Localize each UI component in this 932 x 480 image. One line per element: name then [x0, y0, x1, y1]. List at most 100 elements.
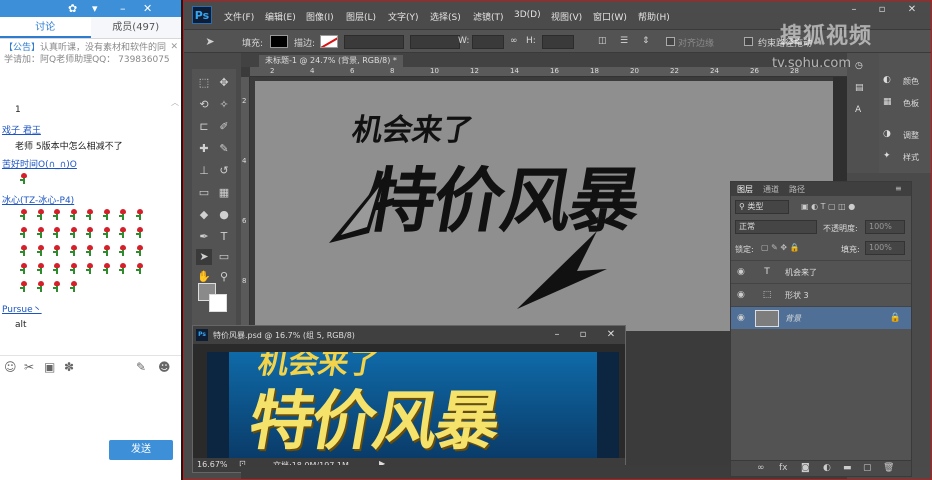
message-sender[interactable]: 戏子 君王	[2, 123, 41, 136]
minimize-icon[interactable]: –	[547, 328, 567, 342]
palette-icon[interactable]: ◐	[883, 75, 895, 85]
height-field[interactable]	[542, 35, 574, 49]
send-button[interactable]: 发送	[109, 440, 173, 460]
menu-window[interactable]: 窗口(W)	[593, 10, 627, 23]
panel-label[interactable]: 样式	[903, 152, 919, 163]
trash-icon[interactable]: 🗑	[883, 463, 894, 473]
panel-label[interactable]: 颜色	[903, 76, 919, 87]
character-icon[interactable]: A	[855, 105, 867, 115]
second-canvas[interactable]: 机会来了 特价风暴	[207, 352, 619, 460]
eye-icon[interactable]: ◉	[737, 267, 745, 277]
filter-icons[interactable]: ▣ ◐ T ▢ ◫ ●	[801, 202, 901, 211]
flower-icon[interactable]: ✽	[64, 360, 74, 374]
history-brush-icon[interactable]: ↺	[216, 163, 232, 179]
zoom-level[interactable]: 16.67%	[197, 460, 228, 469]
menu-edit[interactable]: 编辑(E)	[265, 10, 296, 23]
menu-view[interactable]: 视图(V)	[551, 10, 582, 23]
tab-channels[interactable]: 通道	[763, 184, 779, 195]
background-color[interactable]	[209, 294, 227, 312]
scissors-icon[interactable]: ✂	[24, 360, 34, 374]
panel-label[interactable]: 色板	[903, 98, 919, 109]
arrow-icon[interactable]: ➤	[202, 34, 218, 50]
width-field[interactable]	[472, 35, 504, 49]
mask-icon[interactable]: ◙	[801, 463, 810, 473]
tab-layers[interactable]: 图层	[737, 184, 753, 195]
image-icon[interactable]: ▣	[44, 360, 55, 374]
lasso-icon[interactable]: ⟲	[196, 97, 212, 113]
adjust-icon[interactable]: ◑	[883, 129, 895, 139]
layer-row[interactable]: ◉ 背景 🔒	[731, 306, 911, 329]
users-icon[interactable]: ☻	[158, 360, 171, 374]
healing-icon[interactable]: ✚	[196, 141, 212, 157]
fx-icon[interactable]: fx	[779, 463, 788, 473]
menu-select[interactable]: 选择(S)	[430, 10, 461, 23]
marquee-icon[interactable]: ⬚	[196, 75, 212, 91]
menu-type[interactable]: 文字(Y)	[388, 10, 419, 23]
layer-row[interactable]: ◉ ⬚ 形状 3	[731, 283, 911, 306]
eraser-icon[interactable]: ▭	[196, 185, 212, 201]
edit-icon[interactable]: ✎	[136, 360, 146, 374]
blend-mode-select[interactable]: 正常	[735, 220, 817, 234]
history-icon[interactable]: ◷	[855, 61, 867, 71]
styles-icon[interactable]: ✦	[883, 151, 895, 161]
stroke-width-field[interactable]	[344, 35, 404, 49]
eyedropper-icon[interactable]: ✐	[216, 119, 232, 135]
zoom-icon[interactable]: ⚲	[216, 269, 232, 285]
emoji-icon[interactable]: ☺	[4, 360, 17, 374]
close-icon[interactable]: ✕	[170, 41, 178, 53]
maximize-icon[interactable]: ▫	[573, 328, 593, 342]
minimize-icon[interactable]: –	[120, 2, 126, 15]
eye-icon[interactable]: ◉	[737, 290, 745, 300]
path-arrange-icon[interactable]: ⇕	[642, 36, 650, 46]
crop-icon[interactable]: ⊏	[196, 119, 212, 135]
stroke-swatch[interactable]	[320, 35, 338, 48]
path-ops-icon[interactable]: ◫	[598, 36, 607, 46]
pen-icon[interactable]: ✒	[196, 229, 212, 245]
tab-discussion[interactable]: 讨论	[0, 17, 91, 38]
panel-label[interactable]: 调整	[903, 130, 919, 141]
message-sender[interactable]: Pursue丶	[2, 302, 42, 315]
move-icon[interactable]: ✥	[216, 75, 232, 91]
path-select-icon[interactable]: ➤	[196, 249, 212, 265]
fill-swatch[interactable]	[270, 35, 288, 48]
close-icon[interactable]: ✕	[601, 328, 621, 342]
link-icon[interactable]: ∞	[510, 36, 518, 46]
chevron-down-icon[interactable]: ▾	[92, 2, 98, 15]
adjustment-layer-icon[interactable]: ◐	[823, 463, 831, 473]
menu-filter[interactable]: 滤镜(T)	[473, 10, 504, 23]
close-icon[interactable]: ✕	[143, 2, 152, 15]
path-align-icon[interactable]: ☰	[620, 36, 628, 46]
menu-layer[interactable]: 图层(L)	[346, 10, 376, 23]
menu-3d[interactable]: 3D(D)	[514, 10, 541, 20]
menu-file[interactable]: 文件(F)	[224, 10, 254, 23]
minimize-icon[interactable]: –	[844, 3, 864, 17]
opacity-field[interactable]: 100%	[865, 220, 905, 234]
magic-wand-icon[interactable]: ✧	[216, 97, 232, 113]
folder-icon[interactable]: ▬	[843, 463, 852, 473]
menu-image[interactable]: 图像(I)	[306, 10, 334, 23]
tab-paths[interactable]: 路径	[789, 184, 805, 195]
layer-filter-select[interactable]: ⚲ 类型	[735, 200, 789, 214]
new-layer-icon[interactable]: ▢	[863, 463, 872, 473]
brush-icon[interactable]: ✎	[216, 141, 232, 157]
layer-row[interactable]: ◉ T 机会来了	[731, 260, 911, 283]
document-tab[interactable]: 未标题-1 @ 24.7% (背景, RGB/8) *	[259, 55, 403, 67]
gradient-icon[interactable]: ▦	[216, 185, 232, 201]
maximize-icon[interactable]: ▫	[872, 3, 892, 17]
blur-icon[interactable]: ◆	[196, 207, 212, 223]
dodge-icon[interactable]: ●	[216, 207, 232, 223]
stamp-icon[interactable]: ⊥	[196, 163, 212, 179]
panel-menu-icon[interactable]: ≡	[895, 184, 902, 193]
shape-icon[interactable]: ▭	[216, 249, 232, 265]
gear-icon[interactable]: ✿	[68, 2, 77, 15]
fill-field[interactable]: 100%	[865, 241, 905, 255]
eye-icon[interactable]: ◉	[737, 313, 745, 323]
link-layers-icon[interactable]: ∞	[757, 463, 765, 473]
menu-help[interactable]: 帮助(H)	[638, 10, 670, 23]
close-icon[interactable]: ✕	[902, 3, 922, 17]
type-icon[interactable]: T	[216, 229, 232, 245]
message-sender[interactable]: 冰心(TZ-冰心-P4)	[2, 193, 74, 206]
stroke-type-select[interactable]	[410, 35, 460, 49]
lock-icons[interactable]: ▢ ✎ ✥ 🔒	[761, 243, 831, 252]
tab-members[interactable]: 成员(497)	[91, 17, 182, 38]
